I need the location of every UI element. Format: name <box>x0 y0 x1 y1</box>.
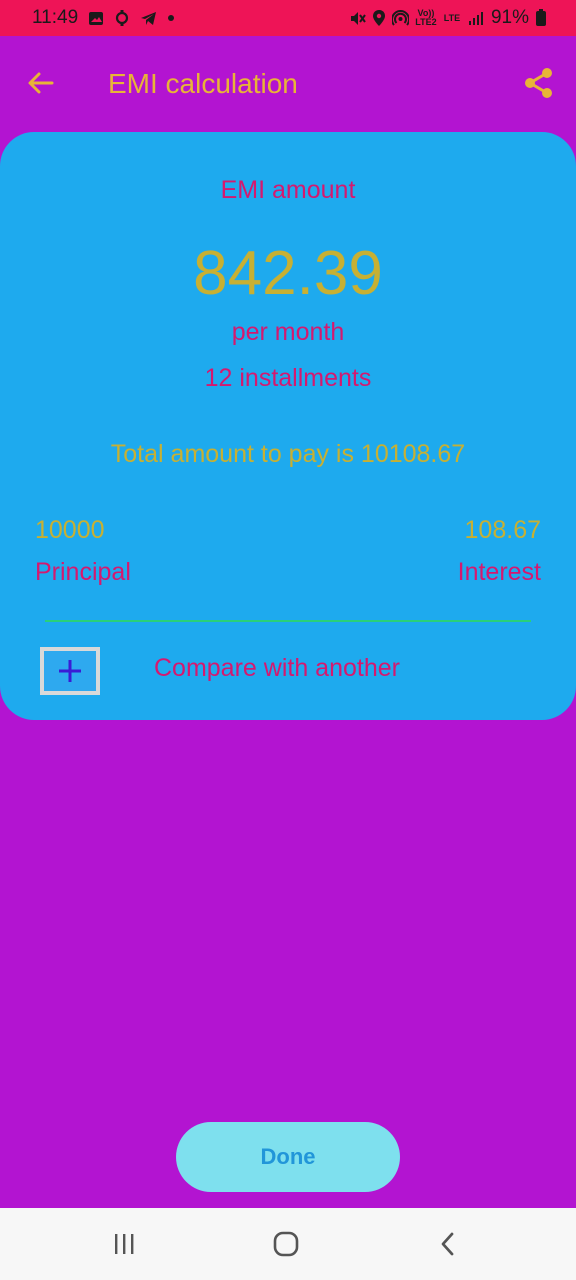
divider <box>45 620 531 622</box>
app-bar: EMI calculation <box>0 36 576 132</box>
share-icon[interactable] <box>522 66 556 100</box>
battery-icon <box>536 8 546 26</box>
plus-icon <box>44 651 96 691</box>
installments-label: 12 installments <box>204 364 372 392</box>
location-icon <box>372 10 385 26</box>
navigation-bar <box>0 1208 576 1280</box>
emi-result-card: EMI amount 842.39 per month 12 installme… <box>0 132 576 720</box>
arrow-left-icon[interactable] <box>24 66 58 100</box>
back-icon[interactable] <box>428 1226 468 1262</box>
volte-icon: Vo)) LTE2 <box>415 8 437 27</box>
interest-value: 108.67 <box>464 516 541 544</box>
emi-amount-label: EMI amount <box>220 176 356 204</box>
telegram-icon <box>140 11 157 26</box>
compare-with-another-link[interactable]: Compare with another <box>154 654 400 683</box>
dot-icon <box>167 14 175 22</box>
interest-label: Interest <box>457 558 541 586</box>
status-time: 11:49 <box>32 7 79 28</box>
done-button[interactable]: Done <box>176 1122 400 1192</box>
mute-icon <box>350 11 366 26</box>
image-icon <box>88 11 104 26</box>
page-title: EMI calculation <box>108 68 298 99</box>
hotspot-icon <box>391 10 409 26</box>
battery-percent: 91% <box>490 7 529 28</box>
status-bar: 11:49 Vo)) LTE2 LTE 91% <box>0 0 576 36</box>
sync-icon <box>114 10 130 26</box>
total-amount-text: Total amount to pay is 10108.67 <box>110 440 466 468</box>
compare-add-button[interactable] <box>40 647 100 695</box>
principal-value: 10000 <box>35 516 105 544</box>
lte-icon: LTE <box>443 12 461 23</box>
per-month-label: per month <box>231 318 345 346</box>
emi-amount-value: 842.39 <box>193 239 383 308</box>
signal-icon <box>468 11 484 26</box>
recents-icon[interactable] <box>104 1226 144 1262</box>
principal-label: Principal <box>35 558 131 586</box>
home-icon[interactable] <box>266 1226 306 1262</box>
